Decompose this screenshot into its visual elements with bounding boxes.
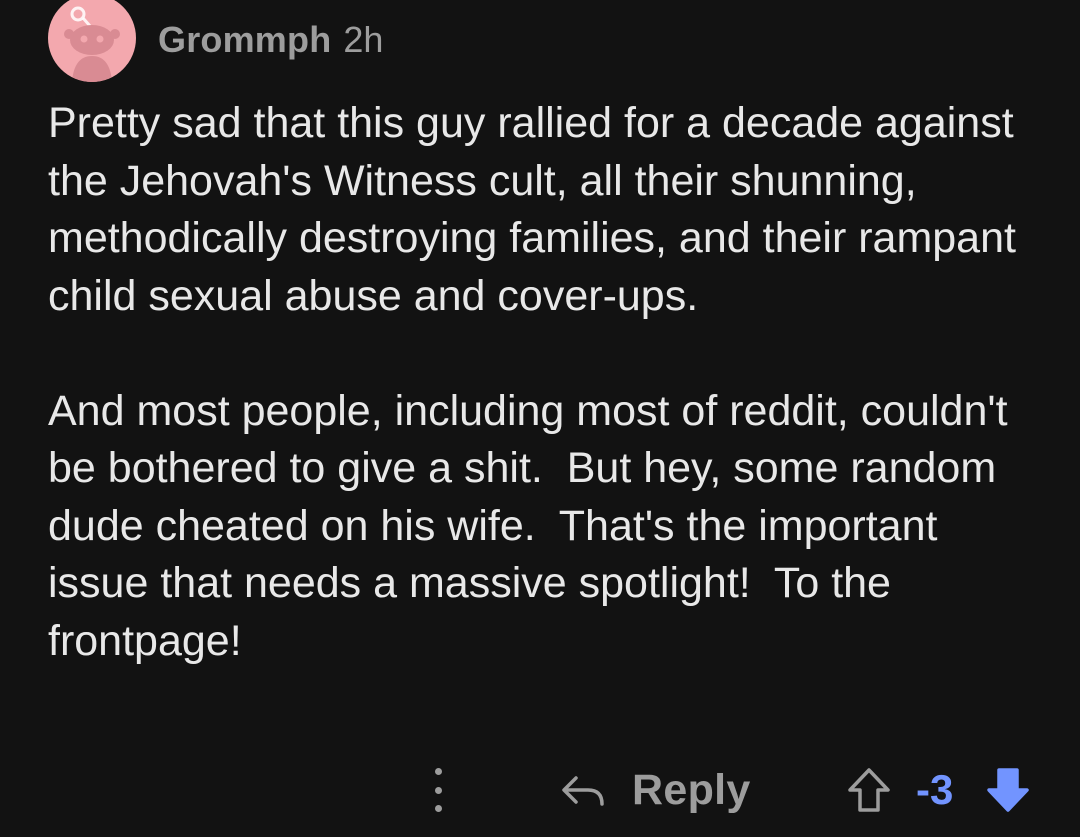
snoo-avatar-icon [64,6,120,82]
more-options-button[interactable] [420,766,456,814]
vote-score: -3 [916,766,954,813]
vertical-ellipsis-dot [434,786,442,794]
reply-label: Reply [632,765,751,814]
comment-actions: Reply -3 [0,760,1080,820]
vertical-ellipsis-dot [434,805,442,812]
downvote-arrow-icon [987,768,1029,812]
comment-paragraph: And most people, including most of reddi… [48,386,1020,665]
comment-timestamp: 2h [343,19,384,60]
comment-body: Pretty sad that this guy rallied for a d… [48,95,1038,670]
reply-arrow-icon [562,776,604,806]
avatar[interactable] [48,0,136,82]
comment-author[interactable]: Grommph [158,19,331,61]
comment-paragraph: Pretty sad that this guy rallied for a d… [48,99,1028,320]
upvote-button[interactable] [845,765,893,815]
downvote-button[interactable] [984,765,1032,815]
vertical-ellipsis-icon [434,768,442,775]
upvote-arrow-icon [848,768,890,812]
reply-button[interactable]: Reply [560,760,751,820]
comment-header: Grommph 2h [48,0,384,82]
